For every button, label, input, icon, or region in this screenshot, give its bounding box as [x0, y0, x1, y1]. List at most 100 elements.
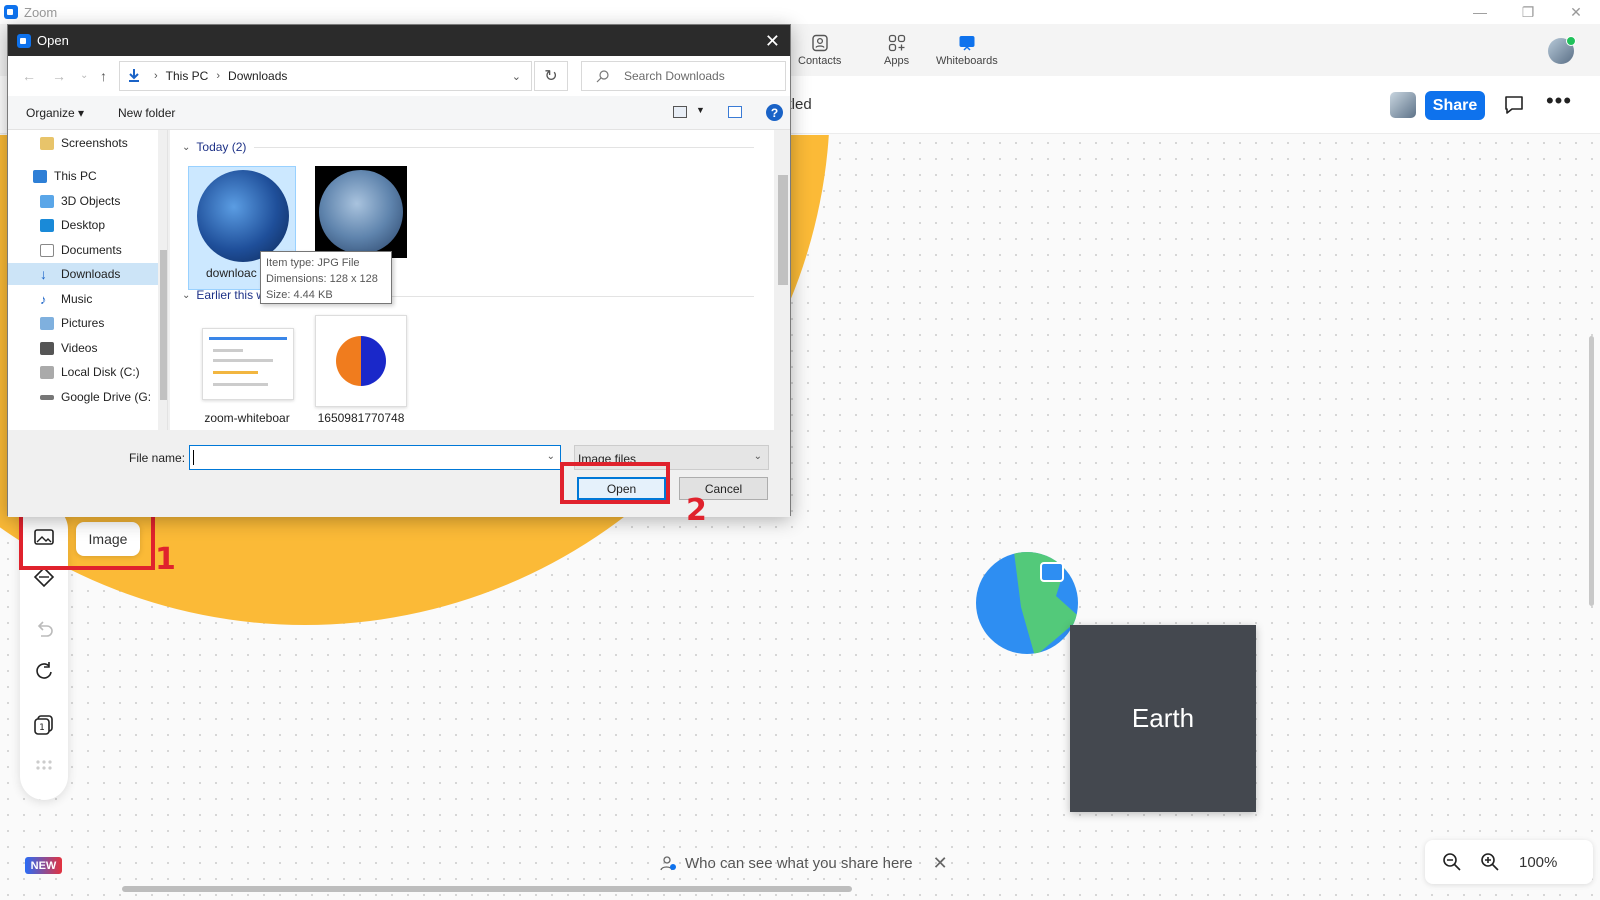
nav-item-screenshots[interactable]: Screenshots: [8, 132, 158, 154]
change-view-icon[interactable]: [673, 106, 687, 118]
redo-icon[interactable]: [32, 659, 56, 683]
back-arrow-icon[interactable]: ←: [22, 68, 36, 84]
group-header-today[interactable]: ⌄ Today (2): [182, 140, 246, 154]
nav-item-desktop[interactable]: Desktop: [8, 214, 158, 236]
zoom-in-icon[interactable]: [1479, 851, 1501, 873]
nav-item-music[interactable]: ♪ Music: [8, 288, 158, 310]
earth-sticky-card[interactable]: Earth: [1070, 625, 1256, 812]
nav-item-pictures[interactable]: Pictures: [8, 312, 158, 334]
dialog-title: Open: [37, 33, 69, 48]
whiteboard-collaborator-avatar[interactable]: [1390, 92, 1416, 118]
up-arrow-icon[interactable]: ↑: [100, 68, 107, 84]
nav-contacts[interactable]: Contacts: [798, 34, 841, 67]
refresh-icon[interactable]: ↻: [534, 61, 568, 91]
breadcrumb-chevron-icon: ›: [154, 70, 158, 82]
file-name-dropdown-icon[interactable]: ⌄: [547, 451, 555, 462]
nav-item-label: Desktop: [61, 218, 106, 232]
share-notice-text: Who can see what you share here: [685, 854, 913, 872]
nav-item-downloads[interactable]: ↓ Downloads: [8, 263, 158, 285]
window-controls: — ❐ ✕: [1456, 0, 1600, 24]
preview-pane-icon[interactable]: [728, 106, 742, 118]
nav-item-local-disk[interactable]: Local Disk (C:): [8, 361, 158, 383]
person-visibility-icon: [660, 856, 676, 871]
tooltip-dimensions: Dimensions: 128 x 128: [266, 273, 378, 285]
nav-item-3d-objects[interactable]: 3D Objects: [8, 190, 158, 212]
nav-item-label: Downloads: [61, 267, 121, 281]
file-thumb-zoom-whiteboard[interactable]: [202, 328, 294, 400]
nav-item-label: Local Disk (C:): [61, 365, 140, 379]
collapse-chevron-icon: ⌄: [182, 289, 191, 301]
zoom-app-icon: [17, 33, 31, 48]
navigation-pane: Screenshots This PC 3D Objects Desktop D…: [8, 130, 168, 430]
collapse-chevron-icon: ⌄: [182, 141, 191, 153]
nav-item-label: Videos: [61, 341, 98, 355]
address-dropdown-icon[interactable]: ⌄: [512, 70, 521, 83]
new-badge[interactable]: NEW: [25, 857, 62, 874]
nav-item-videos[interactable]: Videos: [8, 337, 158, 359]
nav-item-this-pc[interactable]: This PC: [8, 165, 158, 187]
zoom-percent[interactable]: 100%: [1519, 854, 1557, 871]
drive-icon: [40, 365, 54, 379]
nav-scrollbar-thumb[interactable]: [160, 250, 167, 400]
view-dropdown-icon[interactable]: ▼: [696, 105, 705, 115]
restore-icon[interactable]: ❐: [1504, 0, 1552, 24]
file-thumb-earth-2[interactable]: [315, 166, 407, 258]
share-notice-banner: Who can see what you share here ✕: [659, 851, 948, 875]
dialog-close-icon[interactable]: ✕: [765, 31, 780, 52]
documents-icon: [40, 243, 54, 257]
zoom-controls: 100%: [1425, 840, 1593, 884]
text-caret: [193, 450, 194, 465]
more-options-button[interactable]: •••: [1545, 90, 1573, 116]
breadcrumb-this-pc[interactable]: This PC: [166, 69, 209, 83]
close-icon[interactable]: ✕: [1552, 0, 1600, 24]
zoom-out-icon[interactable]: [1441, 851, 1463, 873]
search-icon: [596, 70, 609, 83]
file-thumb-1650981770748[interactable]: [315, 315, 407, 407]
search-input[interactable]: Search Downloads: [581, 61, 786, 91]
address-bar[interactable]: › This PC › Downloads ⌄: [119, 61, 532, 91]
file-list-scrollbar-thumb[interactable]: [778, 175, 788, 285]
close-icon[interactable]: ✕: [933, 853, 948, 874]
page-counter-icon[interactable]: 1: [32, 713, 56, 737]
help-icon[interactable]: ?: [766, 104, 783, 121]
file-name-input[interactable]: ⌄: [189, 445, 561, 470]
file-info-tooltip: Item type: JPG File Dimensions: 128 x 12…: [260, 251, 392, 304]
drive-icon: [40, 394, 54, 400]
minimize-icon[interactable]: —: [1456, 0, 1504, 24]
nav-item-google-drive[interactable]: Google Drive (G:: [8, 386, 158, 408]
command-bar: Organize ▾ New folder ▼ ?: [8, 96, 790, 130]
file-thumb-earth-1[interactable]: [197, 170, 289, 262]
comment-bubble-icon[interactable]: [1040, 562, 1064, 582]
vertical-scrollbar[interactable]: [1589, 336, 1594, 606]
nav-contacts-label: Contacts: [798, 55, 842, 67]
open-file-dialog: Open ✕ ← → ⌄ ↑ › This PC › Downloads ⌄ ↻…: [7, 24, 791, 517]
organize-button[interactable]: Organize ▾: [26, 106, 84, 120]
videos-icon: [40, 341, 54, 355]
undo-icon[interactable]: [32, 618, 56, 642]
forward-arrow-icon[interactable]: →: [52, 68, 66, 84]
file-name-label: File name:: [129, 451, 186, 465]
recent-locations-icon[interactable]: ⌄: [80, 70, 88, 81]
avatar[interactable]: [1548, 36, 1576, 64]
annotation-number-2: 2: [686, 493, 707, 528]
nav-whiteboards-label: Whiteboards: [936, 55, 998, 67]
earth-card-label: Earth: [1131, 703, 1195, 733]
nav-apps[interactable]: Apps: [884, 34, 909, 67]
svg-text:1: 1: [39, 723, 45, 733]
address-bar-row: ← → ⌄ ↑ › This PC › Downloads ⌄ ↻ Search…: [8, 56, 790, 96]
downloads-icon: ↓: [40, 265, 47, 282]
new-folder-button[interactable]: New folder: [118, 106, 175, 120]
drag-handle-icon[interactable]: [32, 753, 56, 777]
nav-item-label: This PC: [54, 169, 97, 183]
share-button[interactable]: Share: [1425, 91, 1485, 120]
nav-whiteboards[interactable]: Whiteboards: [936, 34, 998, 67]
nav-item-documents[interactable]: Documents: [8, 239, 158, 261]
breadcrumb-downloads[interactable]: Downloads: [228, 69, 287, 83]
horizontal-scrollbar[interactable]: [122, 886, 852, 892]
breadcrumb-chevron-icon: ›: [216, 70, 221, 82]
file-name-3[interactable]: zoom-whiteboar: [192, 411, 302, 425]
3d-objects-icon: [40, 194, 54, 208]
comment-icon[interactable]: [1503, 94, 1525, 116]
file-name-4[interactable]: 1650981770748: [306, 411, 416, 425]
nav-item-label: Google Drive (G:: [61, 390, 152, 404]
